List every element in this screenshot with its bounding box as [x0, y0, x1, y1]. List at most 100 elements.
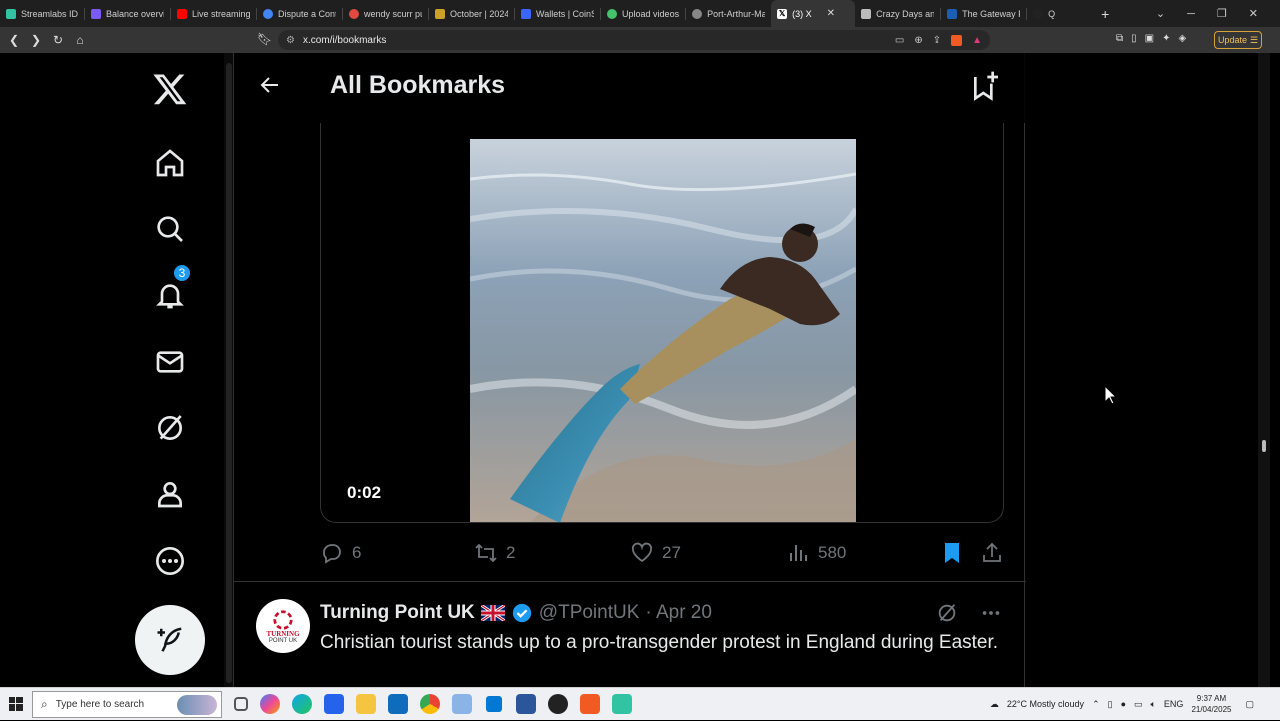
- tweet-item[interactable]: TURNING POINT UK Turning Point UK @TPoin…: [234, 582, 1026, 687]
- new-tab-button[interactable]: +: [1101, 6, 1109, 22]
- browser-tab[interactable]: Live streaming: [171, 0, 256, 27]
- close-window-icon[interactable]: ✕: [1249, 7, 1258, 20]
- page-scrollbar[interactable]: [1258, 53, 1270, 687]
- task-view-icon[interactable]: [234, 697, 248, 711]
- more-options-icon[interactable]: [980, 602, 1002, 624]
- sidebar-item-profile[interactable]: [150, 474, 190, 514]
- sidebar-item-notifications[interactable]: 3: [150, 263, 192, 315]
- obs-icon[interactable]: [548, 694, 568, 714]
- taskbar-search[interactable]: ⌕ Type here to search: [32, 690, 222, 718]
- browser-tab[interactable]: Upload videos: [601, 0, 685, 27]
- leo-ai-icon[interactable]: ✦: [1162, 33, 1170, 44]
- network-icon[interactable]: ▭: [1134, 699, 1143, 710]
- browser-tab[interactable]: Crazy Days and: [855, 0, 940, 27]
- reply-button[interactable]: 6: [320, 533, 361, 573]
- store-icon[interactable]: [324, 694, 344, 714]
- tweet-date[interactable]: · Apr 20: [645, 602, 712, 624]
- grok-icon[interactable]: [936, 602, 958, 624]
- zoom-icon[interactable]: ⊕: [914, 35, 922, 46]
- url-field[interactable]: ⚙︎ x.com/i/bookmarks ▭ ⊕ ⇪ ▲: [278, 30, 990, 50]
- author-handle[interactable]: @TPointUK: [539, 602, 640, 624]
- back-icon[interactable]: ❮: [4, 33, 24, 47]
- brave-shields-icon[interactable]: [951, 34, 963, 46]
- post-button[interactable]: [135, 605, 205, 675]
- brave-icon[interactable]: [580, 694, 600, 714]
- browser-tab[interactable]: Balance overvie: [85, 0, 170, 27]
- word-icon[interactable]: [516, 694, 536, 714]
- reply-count: 6: [352, 543, 362, 562]
- profile-icon: [158, 482, 182, 508]
- page-scroll-thumb[interactable]: [1262, 440, 1266, 452]
- update-button[interactable]: Update ☰: [1214, 31, 1262, 49]
- chrome-icon[interactable]: [420, 694, 440, 714]
- brave-rewards-icon[interactable]: ▲: [972, 35, 982, 46]
- share-button[interactable]: [980, 533, 1004, 573]
- vpn-icon[interactable]: ◈: [1179, 33, 1187, 44]
- browser-tab-active[interactable]: 𝕏 (3) X ✕: [771, 0, 856, 27]
- browser-tab[interactable]: Wallets | CoinS: [515, 0, 600, 27]
- bookmark-page-icon[interactable]: 🔖︎: [257, 32, 272, 46]
- video-player[interactable]: [470, 139, 856, 522]
- share-icon[interactable]: ⇪: [933, 35, 941, 46]
- edge-icon[interactable]: [292, 694, 312, 714]
- notifications-icon[interactable]: ▢: [1245, 699, 1254, 710]
- home-icon[interactable]: ⌂: [70, 33, 90, 47]
- browser-tab[interactable]: Dispute a Cont: [257, 0, 342, 27]
- notepad-icon[interactable]: [452, 694, 472, 714]
- wallet-icon[interactable]: ▣: [1145, 33, 1154, 44]
- browser-tab[interactable]: October | 2024: [429, 0, 514, 27]
- clock-date: 21/04/2025: [1191, 705, 1232, 714]
- back-button[interactable]: [258, 73, 282, 102]
- like-button[interactable]: 27: [630, 533, 681, 573]
- tray-app-icon[interactable]: ▯: [1108, 699, 1113, 710]
- views-button[interactable]: 580: [786, 533, 846, 573]
- browser-tab[interactable]: wendy scurr pu: [343, 0, 428, 27]
- close-tab-icon[interactable]: ✕: [827, 8, 835, 19]
- scroll-thumb[interactable]: [226, 63, 232, 683]
- search-placeholder: Type here to search: [55, 698, 145, 710]
- streamlabs-icon[interactable]: [612, 694, 632, 714]
- tab-search-icon[interactable]: ⌄: [1156, 7, 1165, 20]
- sidebar-item-messages[interactable]: [150, 342, 190, 382]
- avatar[interactable]: TURNING POINT UK: [256, 599, 310, 653]
- tray-chevron-icon[interactable]: ⌃: [1092, 699, 1100, 710]
- browser-tab[interactable]: The Gateway P: [941, 0, 1026, 27]
- copilot-icon[interactable]: [260, 694, 280, 714]
- x-logo-link[interactable]: [150, 69, 190, 109]
- sidebar-item-more[interactable]: [150, 541, 190, 581]
- weather-text[interactable]: 22°C Mostly cloudy: [1007, 699, 1084, 709]
- sidebar-item-explore[interactable]: [150, 209, 190, 249]
- restore-icon[interactable]: ❐: [1217, 7, 1227, 20]
- site-info-icon[interactable]: ⚙︎: [286, 35, 295, 46]
- language-indicator[interactable]: ENG: [1164, 699, 1184, 709]
- tweet-media[interactable]: 0:02: [320, 123, 1004, 523]
- mic-icon[interactable]: ●: [1121, 699, 1126, 709]
- author-name[interactable]: Turning Point UK: [320, 602, 475, 624]
- reload-icon[interactable]: ↻: [48, 33, 68, 47]
- minimize-icon[interactable]: ─: [1187, 8, 1195, 20]
- sidebar-item-home[interactable]: [150, 143, 190, 183]
- vscode-icon[interactable]: [486, 696, 502, 712]
- volume-icon[interactable]: 🔈︎: [1151, 699, 1156, 710]
- grok-icon: [158, 415, 182, 440]
- extensions-icon[interactable]: ⧉: [1116, 33, 1123, 44]
- clock[interactable]: 9:37 AM 21/04/2025: [1191, 693, 1231, 715]
- x-logo-icon: 𝕏: [777, 8, 788, 19]
- browser-tab[interactable]: Q: [1027, 0, 1061, 27]
- start-button[interactable]: [0, 688, 32, 721]
- repost-button[interactable]: 2: [474, 533, 515, 573]
- sidebar-toggle-icon[interactable]: ▯: [1131, 33, 1137, 44]
- video-timestamp: 0:02: [347, 483, 382, 502]
- browser-tab[interactable]: Streamlabs ID: [0, 0, 84, 27]
- file-explorer-icon[interactable]: [356, 694, 376, 714]
- sidebar-item-grok[interactable]: [150, 408, 190, 448]
- views-chart-icon: [790, 545, 807, 561]
- forward-icon[interactable]: ❯: [26, 33, 46, 47]
- search-highlight-icon: [177, 694, 217, 715]
- cast-icon[interactable]: ▭: [895, 35, 904, 46]
- tab-label: Streamlabs ID: [21, 8, 79, 19]
- new-bookmark-folder-button[interactable]: [970, 69, 1002, 106]
- outlook-icon[interactable]: [388, 694, 408, 714]
- browser-tab[interactable]: Port-Arthur-Ma: [686, 0, 771, 27]
- bookmark-button[interactable]: [940, 533, 964, 573]
